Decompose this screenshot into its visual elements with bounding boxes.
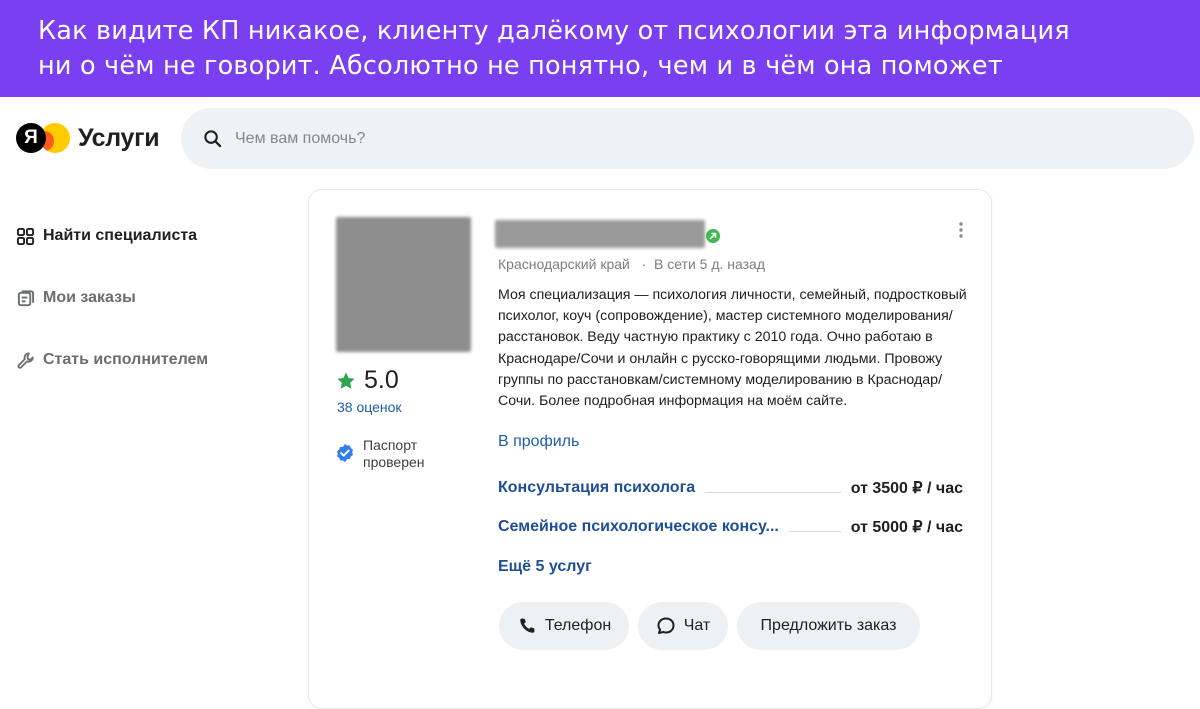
service-name[interactable]: Консультация психолога	[498, 479, 695, 497]
caption-line-2: ни о чём не говорит. Абсолютно не понятн…	[38, 51, 1003, 81]
offer-order-button-label: Предложить заказ	[760, 617, 897, 634]
passport-text: Паспорт проверен	[363, 437, 425, 470]
phone-button[interactable]: Телефон	[499, 602, 629, 650]
phone-button-label: Телефон	[544, 617, 612, 634]
offer-order-button[interactable]: Предложить заказ	[737, 602, 920, 650]
service-price: от 5000 ₽ / час	[850, 519, 963, 536]
star-icon	[337, 372, 355, 389]
chat-button-label: Чат	[683, 617, 711, 634]
sidebar: Найти специалиста Мои заказы Стать испол…	[15, 224, 208, 410]
verified-check-icon	[337, 444, 353, 462]
sidebar-item-become-executor[interactable]: Стать исполнителем	[15, 348, 208, 372]
about-text: Моя специализация — психология личности,…	[498, 287, 967, 410]
service-divider	[788, 530, 841, 532]
logo-text: Услуги	[78, 123, 160, 152]
chat-button[interactable]: Чат	[638, 602, 728, 650]
specialist-card[interactable]: 5.0 38 оценок Паспорт проверен Краснодар…	[308, 189, 992, 709]
reviews-link[interactable]: 38 оценок	[337, 399, 402, 415]
last-online-text: В сети 5 д. назад	[653, 256, 766, 272]
more-options-icon[interactable]	[949, 218, 973, 242]
avatar[interactable]	[336, 217, 471, 352]
passport-verified: Паспорт проверен	[335, 437, 443, 471]
grid-icon	[15, 226, 35, 246]
location-text: Краснодарский край	[498, 256, 630, 272]
service-divider	[705, 491, 841, 493]
rating-value: 5.0	[364, 366, 399, 394]
rating: 5.0	[336, 366, 399, 395]
search-icon	[204, 130, 222, 148]
orders-icon	[15, 288, 35, 308]
wrench-icon	[15, 350, 35, 370]
specialist-meta: Краснодарский край · В сети 5 д. назад	[498, 256, 765, 272]
service-row[interactable]: Консультация психолога от 3500 ₽ / час	[498, 477, 963, 499]
caption-line-1: Как видите КП никакое, клиенту далёкому …	[38, 16, 1070, 46]
more-services-link[interactable]: Ещё 5 услуг	[498, 558, 592, 576]
sidebar-item-my-orders[interactable]: Мои заказы	[15, 286, 208, 310]
sidebar-item-label: Стать исполнителем	[43, 351, 209, 368]
sidebar-item-label: Найти специалиста	[43, 227, 198, 244]
specialist-name[interactable]	[495, 220, 705, 248]
sidebar-item-label: Мои заказы	[43, 289, 136, 306]
search-bar[interactable]	[181, 108, 1194, 169]
search-input[interactable]	[235, 129, 1135, 148]
chat-icon	[657, 617, 675, 634]
service-row[interactable]: Семейное психологическое консу... от 500…	[498, 516, 963, 538]
online-status-icon	[706, 229, 720, 243]
service-price: от 3500 ₽ / час	[850, 480, 963, 497]
yandex-uslugi-logo[interactable]: Я Услуги	[16, 121, 160, 155]
caption-banner: Как видите КП никакое, клиенту далёкому …	[0, 0, 1200, 97]
service-name[interactable]: Семейное психологическое консу...	[498, 518, 779, 536]
profile-link[interactable]: В профиль	[498, 433, 579, 451]
sidebar-item-find-specialist[interactable]: Найти специалиста	[15, 224, 208, 248]
meta-separator: ·	[633, 256, 651, 272]
yandex-logo-icon: Я	[16, 123, 46, 153]
phone-icon	[520, 618, 535, 633]
